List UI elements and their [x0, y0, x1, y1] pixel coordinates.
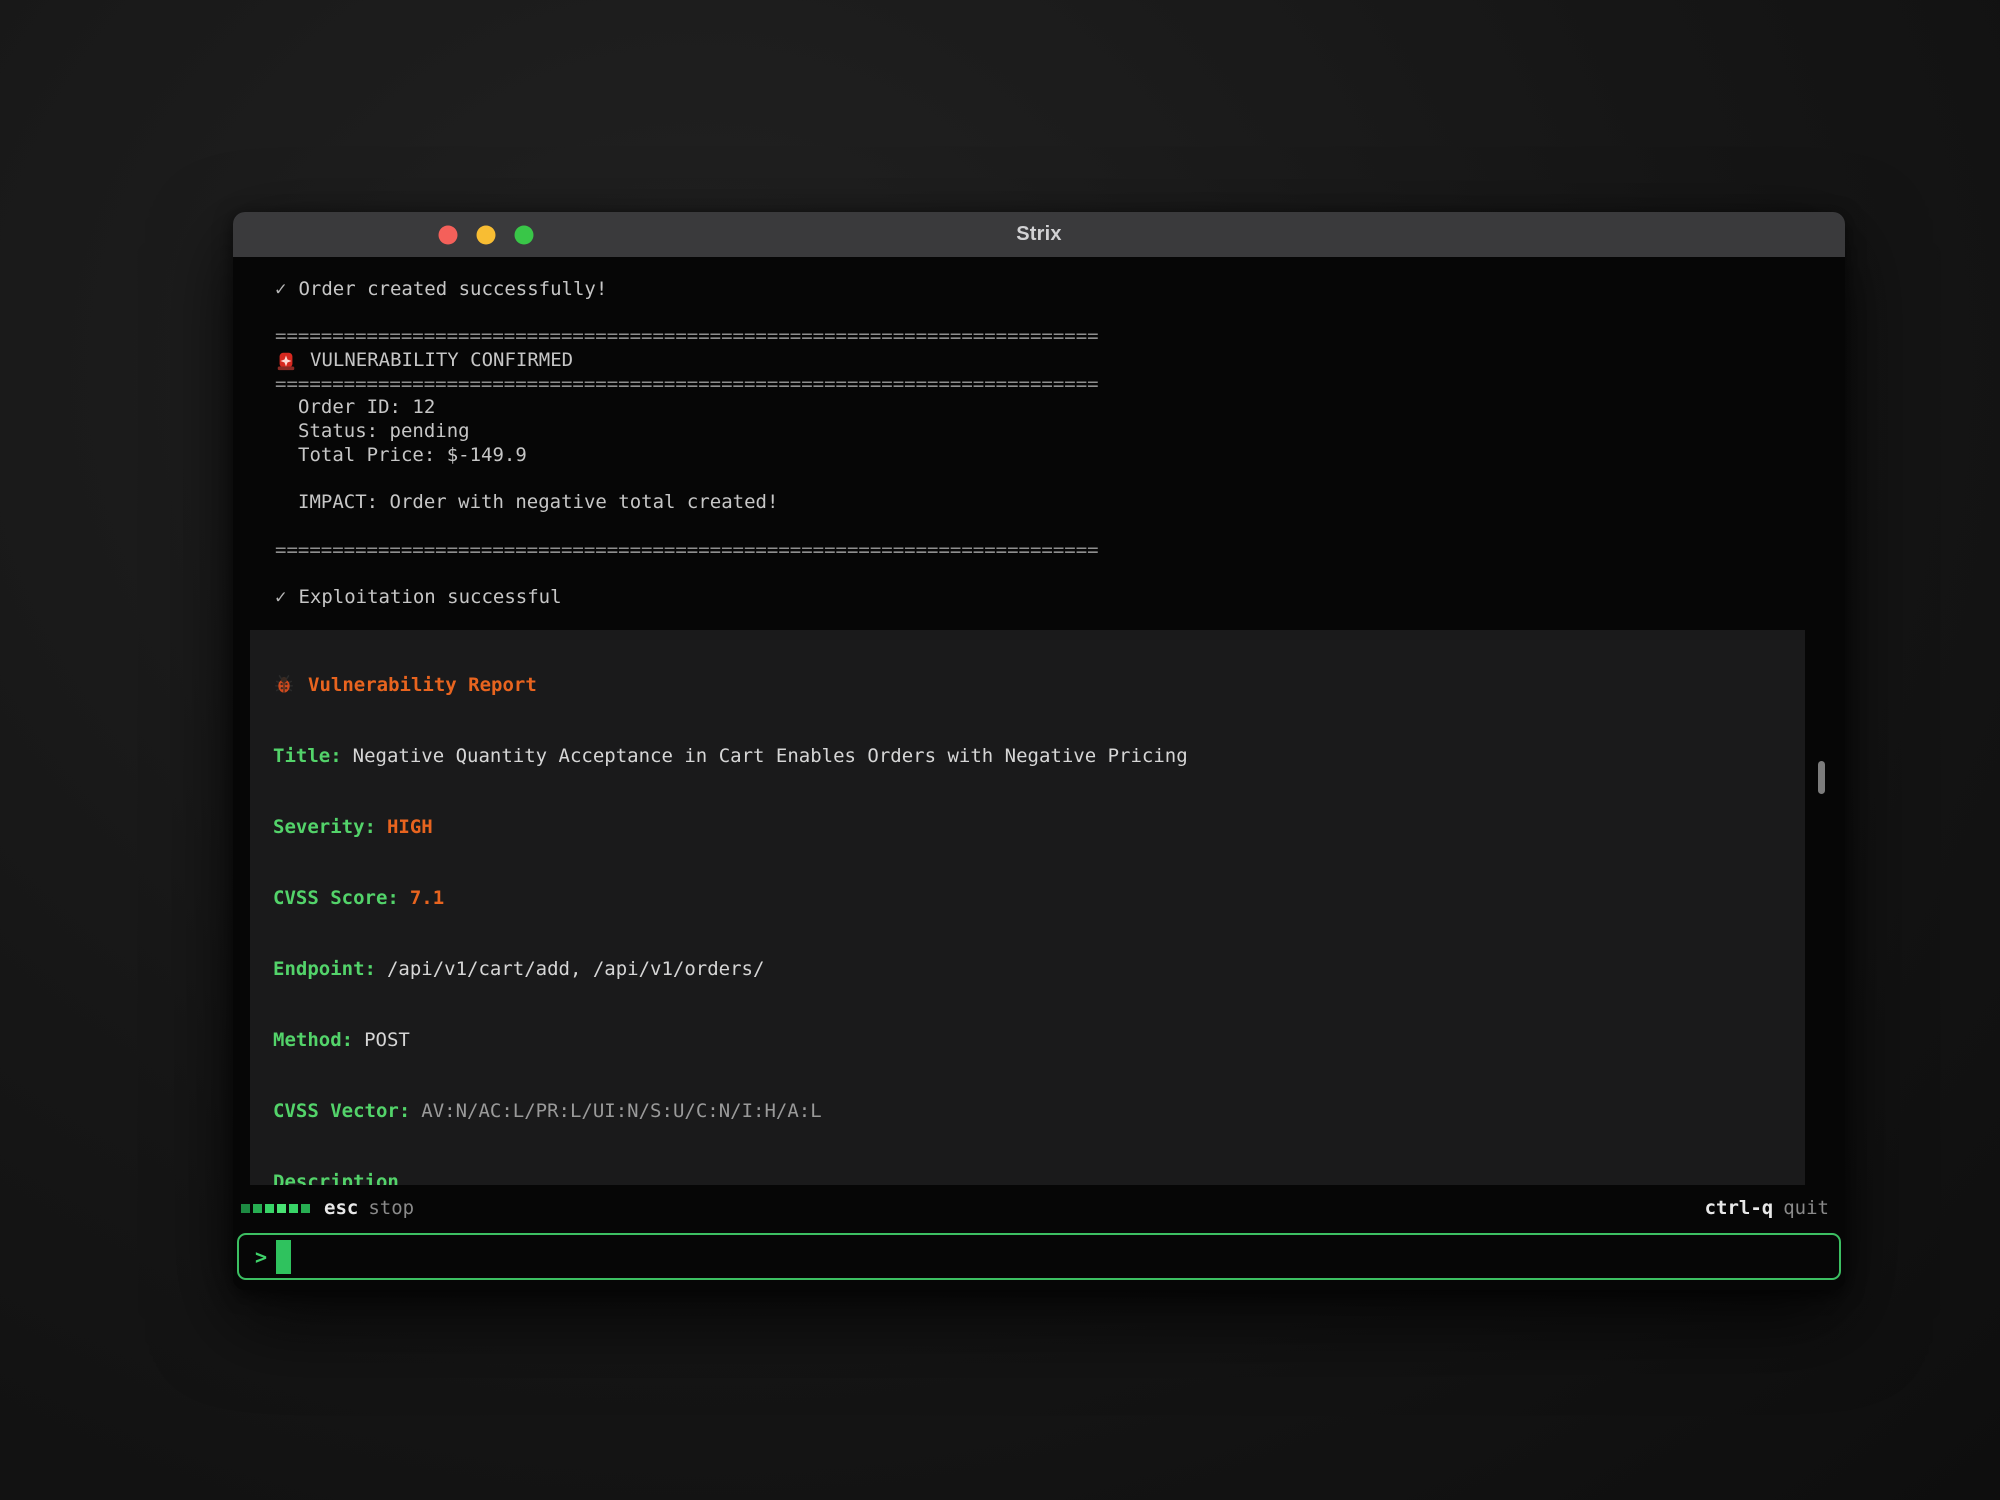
- method-value: POST: [364, 1029, 410, 1053]
- scrollbar-thumb[interactable]: [1818, 761, 1825, 794]
- report-vector-row: CVSS Vector: AV:N/AC:L/PR:L/UI:N/S:U/C:N/…: [273, 1100, 1782, 1124]
- report-header-row: Vulnerability Report: [273, 674, 1782, 698]
- method-label: Method:: [273, 1029, 353, 1053]
- prompt-chevron: >: [255, 1245, 267, 1269]
- check-icon: ✓: [275, 586, 286, 608]
- zoom-window-icon[interactable]: [515, 225, 534, 244]
- endpoint-label: Endpoint:: [273, 958, 376, 982]
- order-created-text: Order created successfully!: [298, 278, 607, 300]
- esc-action-label: stop: [368, 1197, 414, 1219]
- esc-key-hint: esc: [324, 1197, 358, 1219]
- cvss-score-label: CVSS Score:: [273, 887, 399, 911]
- report-method-row: Method: POST: [273, 1029, 1782, 1053]
- rotating-light-icon: [275, 350, 297, 372]
- report-severity-row: Severity: HIGH: [273, 816, 1782, 840]
- exploitation-line: ✓ Exploitation successful: [233, 586, 1845, 610]
- strix-app-window: Strix ✓ Order created successfully! =====…: [233, 212, 1845, 1290]
- separator-line: ========================================…: [233, 373, 1845, 397]
- title-value: Negative Quantity Acceptance in Cart Ena…: [353, 745, 1188, 769]
- quit-action-label: quit: [1783, 1197, 1829, 1219]
- order-status-line: Status: pending: [233, 420, 1845, 444]
- cvss-vector-value: AV:N/AC:L/PR:L/UI:N/S:U/C:N/I:H/A:L: [421, 1100, 821, 1124]
- severity-value: HIGH: [387, 816, 433, 840]
- check-icon: ✓: [275, 278, 286, 300]
- command-input[interactable]: >: [237, 1233, 1841, 1280]
- bug-icon: [273, 674, 295, 696]
- status-bar: esc stop ctrl-q quit: [233, 1185, 1845, 1231]
- impact-line: IMPACT: Order with negative total create…: [233, 491, 1845, 515]
- minimize-window-icon[interactable]: [477, 225, 496, 244]
- cvss-score-value: 7.1: [410, 887, 444, 911]
- close-window-icon[interactable]: [439, 225, 458, 244]
- activity-spinner-icon: [241, 1204, 310, 1213]
- report-endpoint-row: Endpoint: /api/v1/cart/add, /api/v1/order…: [273, 958, 1782, 982]
- order-created-line: ✓ Order created successfully!: [233, 278, 1845, 302]
- window-title: Strix: [1016, 223, 1061, 246]
- endpoint-value: /api/v1/cart/add, /api/v1/orders/: [387, 958, 765, 982]
- separator-line: ========================================…: [233, 325, 1845, 349]
- terminal-output-area[interactable]: ✓ Order created successfully! ===========…: [233, 257, 1845, 1185]
- order-id-line: Order ID: 12: [233, 396, 1845, 420]
- report-title-row: Title: Negative Quantity Acceptance in Ca…: [273, 745, 1782, 769]
- titlebar[interactable]: Strix: [233, 212, 1845, 257]
- traffic-lights: [439, 225, 534, 244]
- vulnerability-confirmed-text: VULNERABILITY CONFIRMED: [310, 349, 573, 373]
- text-cursor: [276, 1240, 291, 1274]
- input-area: >: [233, 1231, 1845, 1290]
- separator-line: ========================================…: [233, 539, 1845, 563]
- description-heading: Description: [273, 1171, 1782, 1185]
- exploitation-text: Exploitation successful: [298, 586, 561, 608]
- vulnerability-report-panel: Vulnerability Report Title: Negative Quan…: [250, 630, 1805, 1185]
- cvss-vector-label: CVSS Vector:: [273, 1100, 410, 1124]
- report-header-text: Vulnerability Report: [308, 674, 537, 698]
- severity-label: Severity:: [273, 816, 376, 840]
- ctrl-q-key-hint: ctrl-q: [1705, 1197, 1774, 1219]
- total-price-line: Total Price: $-149.9: [233, 444, 1845, 468]
- title-label: Title:: [273, 745, 342, 769]
- report-cvss-row: CVSS Score: 7.1: [273, 887, 1782, 911]
- vulnerability-confirmed-banner: VULNERABILITY CONFIRMED: [233, 349, 1845, 373]
